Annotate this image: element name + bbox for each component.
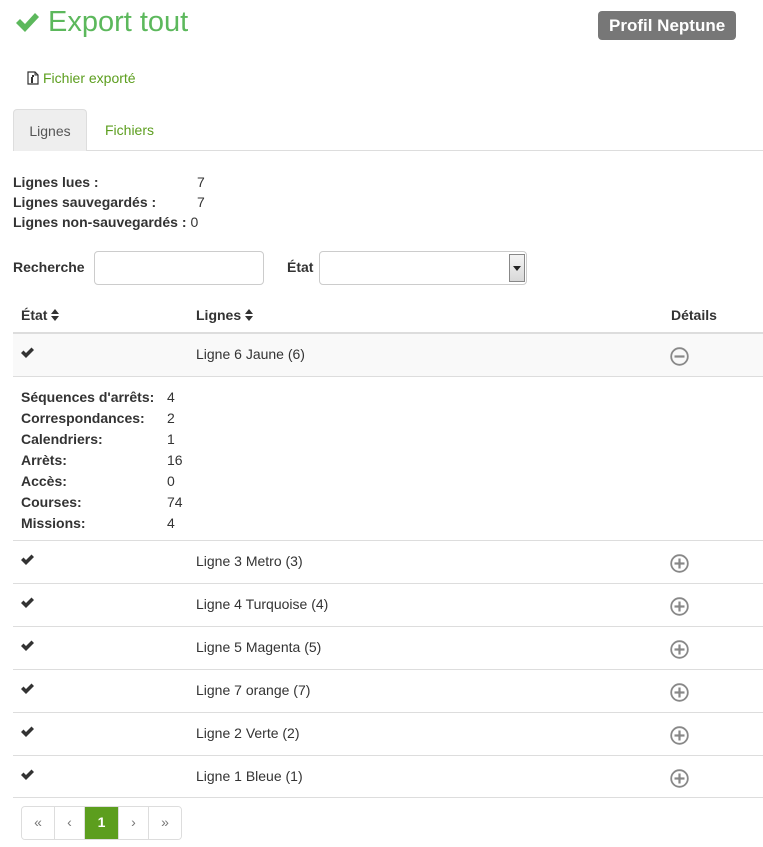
stat-label: Lignes sauvegardés : [13,194,157,210]
check-icon [16,13,39,32]
detail-label: Correspondances: [21,410,145,426]
detail-value: 4 [167,389,175,405]
plus-circle-icon[interactable] [670,769,689,788]
check-icon [21,726,34,737]
state-column-label: État [21,307,48,323]
detail-label: Séquences d'arrêts: [21,389,155,405]
check-icon [21,683,34,694]
tab-bar: Lignes Fichiers [13,109,763,151]
details-column-header: Détails [671,307,717,323]
detail-row: Arrèts: 16 [13,450,763,471]
line-details: Séquences d'arrêts: 4 Correspondances: 2 C… [13,376,763,540]
lines-table: État Lignes Détails Ligne 6 Jaune (6) Sé… [13,297,763,798]
line-name: Ligne 3 Metro (3) [196,553,303,569]
detail-row: Correspondances: 2 [13,408,763,429]
detail-value: 2 [167,410,175,426]
detail-value: 16 [167,452,183,468]
stat-lines-read: Lignes lues : 7 [13,172,205,192]
detail-label: Arrèts: [21,452,67,468]
tab-files[interactable]: Fichiers [89,109,170,151]
detail-label: Courses: [21,494,82,510]
table-row: Ligne 1 Bleue (1) [13,755,763,798]
pagination-prev[interactable]: ‹ [55,807,85,839]
page-header: Export tout Profil Neptune [0,0,763,50]
detail-row: Séquences d'arrêts: 4 [13,387,763,408]
lines-column-label: Lignes [196,307,242,323]
exported-file-label: Fichier exporté [43,70,136,86]
check-icon [21,640,34,651]
profile-badge: Profil Neptune [598,11,737,40]
details-column-label: Détails [671,307,717,323]
line-name: Ligne 5 Magenta (5) [196,639,322,655]
lines-column-header[interactable]: Lignes [196,307,254,323]
detail-row: Calendriers: 1 [13,429,763,450]
detail-value: 4 [167,515,175,531]
pagination: « ‹ 1 › » [21,806,182,840]
stat-value: 0 [190,214,199,230]
stat-value: 7 [197,194,205,210]
line-name: Ligne 4 Turquoise (4) [196,596,329,612]
line-name: Ligne 6 Jaune (6) [196,346,305,362]
detail-row: Courses: 74 [13,492,763,513]
detail-label: Missions: [21,515,86,531]
detail-value: 1 [167,431,175,447]
page-title: Export tout [14,4,188,40]
pagination-page-1[interactable]: 1 [85,807,119,839]
table-row: Ligne 7 orange (7) [13,669,763,712]
import-stats: Lignes lues : 7 Lignes sauvegardés : 7 L… [13,172,205,232]
stat-lines-not-saved: Lignes non-sauvegardés :0 [13,212,198,232]
check-icon [21,769,34,780]
sort-icon [245,309,254,321]
detail-row: Missions: 4 [13,513,763,534]
check-icon [21,597,34,608]
file-icon [27,71,39,85]
plus-circle-icon[interactable] [670,554,689,573]
search-input[interactable] [94,251,264,285]
state-select[interactable] [319,251,527,285]
table-row: Ligne 5 Magenta (5) [13,626,763,669]
detail-row: Accès: 0 [13,471,763,492]
detail-label: Calendriers: [21,431,103,447]
table-row: Ligne 6 Jaune (6) [13,334,763,376]
pagination-next[interactable]: › [119,807,149,839]
table-row: Ligne 3 Metro (3) [13,540,763,583]
exported-file-link[interactable]: Fichier exporté [27,70,136,86]
state-filter-label: État [287,259,314,275]
state-column-header[interactable]: État [21,307,60,323]
plus-circle-icon[interactable] [670,683,689,702]
check-icon [21,347,34,358]
pagination-last[interactable]: » [149,807,181,839]
pagination-first[interactable]: « [22,807,55,839]
detail-value: 74 [167,494,183,510]
plus-circle-icon[interactable] [670,726,689,745]
check-icon [21,554,34,565]
line-name: Ligne 1 Bleue (1) [196,768,303,784]
stat-lines-saved: Lignes sauvegardés : 7 [13,192,205,212]
detail-label: Accès: [21,473,67,489]
table-row: Ligne 2 Verte (2) [13,712,763,755]
stat-label: Lignes lues : [13,174,99,190]
stat-label: Lignes non-sauvegardés : [13,214,187,230]
table-row: Ligne 4 Turquoise (4) [13,583,763,626]
sort-icon [51,309,60,321]
detail-value: 0 [167,473,175,489]
minus-circle-icon[interactable] [670,347,689,366]
plus-circle-icon[interactable] [670,597,689,616]
page-title-text: Export tout [48,6,189,38]
stat-value: 7 [197,174,205,190]
line-name: Ligne 7 orange (7) [196,682,311,698]
chevron-down-icon[interactable] [509,254,525,282]
table-header: État Lignes Détails [13,297,763,334]
tab-lines[interactable]: Lignes [13,109,87,151]
line-name: Ligne 2 Verte (2) [196,725,300,741]
plus-circle-icon[interactable] [670,640,689,659]
search-label: Recherche [13,259,85,275]
